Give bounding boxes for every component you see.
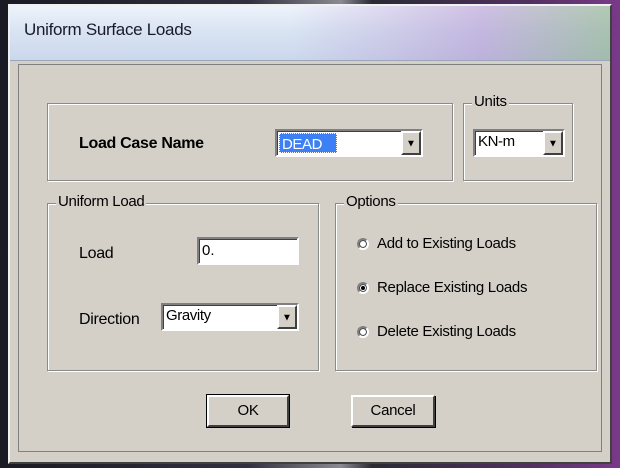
options-caption: Options (344, 193, 398, 210)
radio-selected-dot (361, 286, 365, 290)
load-case-name-label: Load Case Name (79, 135, 204, 152)
load-case-dropdown-button[interactable]: ▼ (401, 131, 421, 155)
direction-select[interactable]: Gravity ▼ (161, 303, 299, 331)
option-label: Delete Existing Loads (377, 323, 516, 340)
ok-button[interactable]: OK (206, 394, 290, 428)
title-bar[interactable]: Uniform Surface Loads (10, 6, 610, 61)
chevron-down-icon: ▼ (282, 312, 292, 324)
load-case-select[interactable]: DEAD ▼ (275, 129, 423, 157)
units-dropdown-button[interactable]: ▼ (543, 131, 563, 155)
load-input[interactable]: 0. (197, 237, 299, 265)
dialog-body: Load Case Name DEAD ▼ Units KN-m ▼ Unifo… (18, 64, 602, 452)
direction-label: Direction (79, 311, 140, 328)
direction-value: Gravity (166, 307, 211, 324)
dialog-title: Uniform Surface Loads (24, 20, 192, 39)
option-label: Replace Existing Loads (377, 279, 528, 296)
load-label: Load (79, 245, 114, 262)
load-input-value: 0. (202, 242, 215, 259)
uniform-load-caption: Uniform Load (56, 193, 147, 210)
chevron-down-icon: ▼ (406, 138, 416, 150)
radio-button[interactable] (357, 238, 369, 250)
title-bar-background (290, 6, 610, 60)
chevron-down-icon: ▼ (548, 138, 558, 150)
direction-dropdown-button[interactable]: ▼ (277, 305, 297, 329)
radio-button[interactable] (357, 282, 369, 294)
option-label: Add to Existing Loads (377, 235, 516, 252)
units-caption: Units (472, 93, 509, 110)
uniform-load-group: Uniform Load (47, 193, 319, 371)
uniform-surface-loads-dialog: Uniform Surface Loads Load Case Name DEA… (8, 4, 612, 464)
load-case-value: DEAD (279, 133, 338, 153)
radio-button[interactable] (357, 326, 369, 338)
units-select[interactable]: KN-m ▼ (473, 129, 565, 157)
units-value: KN-m (478, 133, 515, 150)
cancel-button[interactable]: Cancel (351, 395, 435, 427)
